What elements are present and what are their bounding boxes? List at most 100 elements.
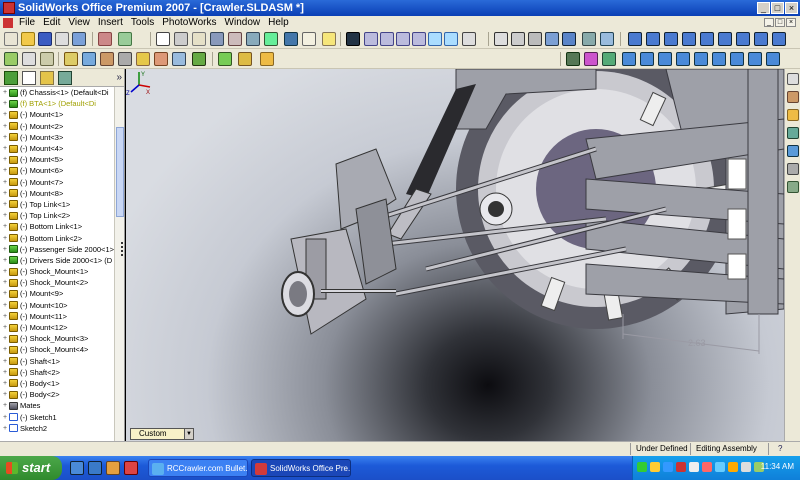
tree-item[interactable]: + (-) Mount<10> — [0, 300, 114, 311]
tree-item[interactable]: + (-) Shaft<1> — [0, 356, 114, 367]
tree-item[interactable]: + (-) Mount<1> — [0, 109, 114, 120]
menu-window[interactable]: Window — [221, 17, 265, 28]
view-points-icon[interactable] — [712, 52, 726, 66]
simulation-icon[interactable] — [192, 52, 206, 66]
isometric-view-icon[interactable] — [736, 32, 750, 46]
photoworks-icon[interactable] — [228, 32, 242, 46]
expand-toggle-icon[interactable]: + — [2, 290, 8, 297]
tab-configuration-manager[interactable] — [40, 71, 54, 85]
media-player-icon[interactable] — [106, 461, 120, 475]
save-icon[interactable] — [38, 32, 52, 46]
tree-item[interactable]: + Sketch2 — [0, 423, 114, 434]
expand-toggle-icon[interactable]: + — [2, 313, 8, 320]
tray-bluetooth-icon[interactable] — [663, 462, 673, 472]
view-temp-axes-icon[interactable] — [748, 52, 762, 66]
tree-item[interactable]: + (-) Passenger Side 2000<1> — [0, 244, 114, 255]
menu-file[interactable]: File — [15, 17, 39, 28]
bottom-view-icon[interactable] — [718, 32, 732, 46]
menu-insert[interactable]: Insert — [94, 17, 127, 28]
options-icon[interactable] — [174, 32, 188, 46]
insert-component-icon[interactable] — [22, 52, 36, 66]
smart-mates-icon[interactable] — [118, 52, 132, 66]
hidden-lines-removed-icon[interactable] — [528, 32, 542, 46]
left-view-icon[interactable] — [664, 32, 678, 46]
crawler-model[interactable]: 2.63 — [126, 69, 784, 441]
dimension-text[interactable]: 2.63 — [688, 338, 706, 348]
maximize-button[interactable]: □ — [771, 2, 784, 14]
solidworks-quicklaunch-icon[interactable] — [124, 461, 138, 475]
tree-item[interactable]: + (-) Shock_Mount<4> — [0, 344, 114, 355]
view-planes-icon[interactable] — [640, 52, 654, 66]
print-preview-icon[interactable] — [72, 32, 86, 46]
explode-view-icon[interactable] — [136, 52, 150, 66]
internet-explorer-icon[interactable] — [88, 461, 102, 475]
rebuild-assembly-icon[interactable] — [238, 52, 252, 66]
tree-item[interactable]: + (-) Mount<8> — [0, 188, 114, 199]
expand-toggle-icon[interactable]: + — [2, 212, 8, 219]
zoom-in-out-icon[interactable] — [396, 32, 410, 46]
top-view-icon[interactable] — [700, 32, 714, 46]
assembly-features-icon[interactable] — [172, 52, 186, 66]
tree-item[interactable]: + (f) Chassis<1> (Default<Di — [0, 87, 114, 98]
scrollbar-thumb[interactable] — [116, 127, 124, 217]
view-curves-icon[interactable] — [730, 52, 744, 66]
expand-toggle-icon[interactable]: + — [2, 414, 8, 421]
tree-item[interactable]: + (-) Mount<6> — [0, 165, 114, 176]
search-icon[interactable] — [787, 127, 799, 139]
tray-update-icon[interactable] — [689, 462, 699, 472]
pan-icon[interactable] — [444, 32, 458, 46]
tree-item[interactable]: + (-) Mount<4> — [0, 143, 114, 154]
tray-volume-icon[interactable] — [741, 462, 751, 472]
expand-toggle-icon[interactable]: + — [2, 425, 8, 432]
layers-icon[interactable] — [284, 32, 298, 46]
tree-item[interactable]: + (-) Body<1> — [0, 378, 114, 389]
expand-toggle-icon[interactable]: + — [2, 279, 8, 286]
document-icon[interactable] — [3, 17, 13, 28]
expand-toggle-icon[interactable]: + — [2, 268, 8, 275]
perspective-icon[interactable] — [600, 32, 614, 46]
tray-antivirus-icon[interactable] — [676, 462, 686, 472]
file-explorer-icon[interactable] — [787, 109, 799, 121]
help-icon[interactable] — [302, 32, 316, 46]
tab-dimxpert-manager[interactable] — [58, 71, 72, 85]
menu-photoworks[interactable]: PhotoWorks — [158, 17, 220, 28]
interference-detection-icon[interactable] — [154, 52, 168, 66]
expand-toggle-icon[interactable]: + — [2, 156, 8, 163]
edit-component-icon[interactable] — [4, 52, 18, 66]
doc-minimize-button[interactable]: _ — [764, 18, 774, 27]
tree-item[interactable]: + (-) Mount<2> — [0, 121, 114, 132]
doc-close-button[interactable]: × — [786, 18, 796, 27]
minimize-button[interactable]: _ — [757, 2, 770, 14]
tree-item[interactable]: + (-) Shaft<2> — [0, 367, 114, 378]
help-icon[interactable]: ? — [778, 444, 782, 453]
menu-view[interactable]: View — [64, 17, 94, 28]
tab-feature-manager[interactable] — [4, 71, 18, 85]
expand-toggle-icon[interactable]: + — [2, 145, 8, 152]
tray-security-icon[interactable] — [650, 462, 660, 472]
appearances-icon[interactable] — [787, 163, 799, 175]
tree-item[interactable]: + (-) Shock_Mount<3> — [0, 333, 114, 344]
view-normal-icon[interactable] — [622, 52, 636, 66]
zoom-area-icon[interactable] — [380, 32, 394, 46]
tree-item[interactable]: + (-) Sketch1 — [0, 411, 114, 422]
tree-item[interactable]: + (-) Bottom Link<1> — [0, 221, 114, 232]
view-orientation-combo[interactable]: Custom ▼ — [130, 428, 194, 440]
taskbar-item-browser[interactable]: RCCrawler.com Bullet... — [148, 459, 248, 477]
expand-toggle-icon[interactable]: + — [2, 346, 8, 353]
tree-item[interactable]: + (-) Top Link<2> — [0, 210, 114, 221]
expand-toggle-icon[interactable]: + — [2, 167, 8, 174]
clock[interactable]: 11:34 AM — [761, 462, 794, 471]
zoom-to-fit-icon[interactable] — [364, 32, 378, 46]
tree-item[interactable]: + (-) Mount<9> — [0, 288, 114, 299]
zoom-selection-icon[interactable] — [412, 32, 426, 46]
sketch-mode-icon[interactable] — [566, 52, 580, 66]
expand-toggle-icon[interactable]: + — [2, 100, 8, 107]
shaded-icon[interactable] — [562, 32, 576, 46]
file-properties-icon[interactable] — [192, 32, 206, 46]
show-desktop-icon[interactable] — [70, 461, 84, 475]
expand-toggle-icon[interactable]: + — [2, 223, 8, 230]
graphics-area[interactable]: 2.63 Y X Z Custom ▼ — [126, 69, 784, 441]
tree-item[interactable]: + (-) Mount<12> — [0, 322, 114, 333]
tree-item[interactable]: + Mates — [0, 400, 114, 411]
expand-toggle-icon[interactable]: + — [2, 89, 8, 96]
